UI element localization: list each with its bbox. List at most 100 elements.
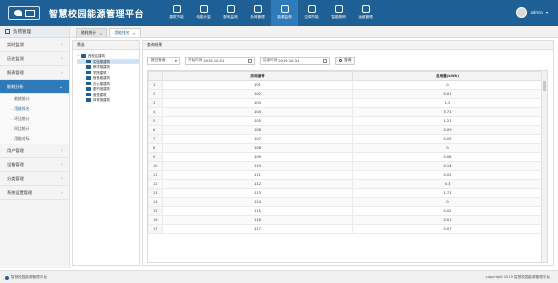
sidebar-item[interactable]: 实时监测 ›: [0, 38, 69, 52]
column-header: 房间编号: [162, 71, 353, 81]
app-title: 智慧校园能源管理平台: [49, 10, 145, 20]
topnav-item[interactable]: 空调节能: [298, 0, 325, 26]
sidebar-item[interactable]: 分类管理 ›: [0, 172, 69, 186]
usage-cell: 0: [352, 80, 543, 90]
result-panel: 查询结果 按日查询 ▼ 开始时间 2019-10-01 结束时间 2019-10…: [142, 40, 554, 266]
topnav-item[interactable]: 能源监测: [271, 0, 298, 26]
end-date-field[interactable]: 结束时间 2019-10-31: [260, 56, 330, 65]
sidebar-item[interactable]: 报表管理 ›: [0, 66, 69, 80]
topnav-item[interactable]: 智能照明: [325, 0, 352, 26]
room-number-cell: 108: [162, 143, 353, 153]
table-row[interactable]: 9 109 0.08: [148, 152, 543, 162]
row-index: 8: [148, 143, 163, 153]
room-number-cell: 103: [162, 98, 353, 108]
folder-icon: [86, 65, 91, 69]
tab[interactable]: 能耗统计 ×: [76, 28, 108, 37]
sidebar-subitem[interactable]: 同比统计: [0, 124, 69, 134]
room-number-cell: 112: [162, 179, 353, 189]
result-panel-header: 查询结果: [143, 41, 553, 50]
tree-node[interactable]: 体育馆建筑: [77, 97, 139, 103]
topnav-item[interactable]: 建筑节能: [163, 0, 190, 26]
room-number-cell: 109: [162, 152, 353, 162]
sidebar-subitem[interactable]: 环比统计: [0, 114, 69, 124]
usage-cell: 0.07: [352, 224, 543, 234]
table-row[interactable]: 13 113 1.71: [148, 188, 543, 198]
end-date-label: 结束时间: [263, 58, 278, 62]
table-row[interactable]: 2 102 0.01: [148, 89, 543, 99]
folder-icon: [86, 81, 91, 85]
row-index: 1: [148, 80, 163, 90]
tree-node-label: 实验楼建筑: [93, 59, 110, 64]
sidebar-item[interactable]: 设备管理 ›: [0, 158, 69, 172]
topnav-item[interactable]: 运维管理: [352, 0, 379, 26]
row-index: 3: [148, 98, 163, 108]
chevron-down-icon[interactable]: ▾: [546, 10, 548, 15]
sidebar-item[interactable]: 系统设置管理 ›: [0, 186, 69, 200]
table-row[interactable]: 7 107 0.05: [148, 134, 543, 144]
topnav-label: 运维管理: [358, 15, 373, 19]
user-menu[interactable]: admin ▾: [516, 7, 548, 18]
search-icon: [338, 58, 343, 63]
building-tree: − 西校区建筑 实验楼建筑 教学楼建筑 学院建筑 宿舍楼建筑 办公楼建筑 图书馆建筑 食堂建筑体…: [73, 50, 139, 103]
topnav-item[interactable]: 负荷管理: [244, 0, 271, 26]
chevron-down-icon: ▼: [174, 58, 177, 63]
query-type-select[interactable]: 按日查询 ▼: [147, 56, 180, 65]
table-row[interactable]: 10 110 0.14: [148, 161, 543, 171]
calendar-icon[interactable]: [248, 58, 252, 63]
usage-cell: 4.3: [352, 179, 543, 189]
table-row[interactable]: 8 108 0: [148, 143, 543, 153]
topnav-label: 电能计量: [196, 15, 211, 19]
usage-cell: 0.01: [352, 215, 543, 225]
top-navigation: 建筑节能 电能计量 配电监测 负荷管理 能源监测 空调节能 智能照明 运维管理: [163, 0, 379, 26]
table-row[interactable]: 17 117 0.07: [148, 224, 543, 234]
usage-cell: 0.02: [352, 170, 543, 180]
scrollbar-thumb[interactable]: [543, 81, 546, 91]
sidebar-item[interactable]: 历史监测 ›: [0, 52, 69, 66]
query-button[interactable]: 查询: [335, 56, 355, 65]
username[interactable]: admin: [530, 10, 543, 15]
top-header: 智慧校园能源管理平台 建筑节能 电能计量 配电监测 负荷管理 能源监测 空调节能 智能照明 运…: [0, 0, 558, 26]
calendar-icon[interactable]: [323, 58, 327, 63]
footer-left-text: 智慧校园能源管理平台: [11, 275, 47, 279]
result-table: 房间编号 总用量(kWh) 1 101 0 2 102 0.01 3 103 1.2 4 104 5.7…: [148, 71, 543, 234]
table-row[interactable]: 14 114 0: [148, 197, 543, 207]
sidebar-subitem[interactable]: 用能对标: [0, 134, 69, 144]
sidebar-subitem[interactable]: 用能排名: [0, 104, 69, 114]
usage-cell: 0.01: [352, 89, 543, 99]
table-row[interactable]: 5 105 1.21: [148, 116, 543, 126]
table-row[interactable]: 11 111 0.02: [148, 170, 543, 180]
room-number-cell: 105: [162, 116, 353, 126]
start-date-field[interactable]: 开始时间 2019-10-01: [185, 56, 255, 65]
topnav-label: 建筑节能: [169, 15, 184, 19]
table-row[interactable]: 15 115 0.02: [148, 206, 543, 216]
table-row[interactable]: 12 112 4.3: [148, 179, 543, 189]
room-number-cell: 116: [162, 215, 353, 225]
sidebar-subitem[interactable]: 能耗统计: [0, 94, 69, 104]
room-number-cell: 107: [162, 134, 353, 144]
sidebar-item-label: 报表管理: [7, 69, 24, 75]
close-icon[interactable]: ×: [99, 31, 102, 36]
folder-icon: [81, 54, 86, 58]
table-row[interactable]: 1 101 0: [148, 80, 543, 90]
row-index: 15: [148, 206, 163, 216]
sidebar-item-label: 能耗分析: [7, 83, 24, 89]
tab[interactable]: 用能排名 ×: [109, 28, 141, 37]
logo: [8, 6, 40, 20]
table-row[interactable]: 16 116 0.01: [148, 215, 543, 225]
nav-module-icon: [226, 5, 235, 13]
table-scrollbar[interactable]: [541, 71, 547, 262]
table-body: 1 101 0 2 102 0.01 3 103 1.2 4 104 5.71 5 105 1.21 6 106…: [148, 80, 543, 234]
sidebar-item[interactable]: 用户管理 ›: [0, 144, 69, 158]
row-index: 10: [148, 161, 163, 171]
table-row[interactable]: 3 103 1.2: [148, 98, 543, 108]
avatar[interactable]: [516, 7, 528, 18]
topnav-item[interactable]: 电能计量: [190, 0, 217, 26]
table-row[interactable]: 4 104 5.71: [148, 107, 543, 117]
topnav-item[interactable]: 配电监测: [217, 0, 244, 26]
sidebar-item[interactable]: 能耗分析 ⌄: [0, 80, 69, 94]
chevron-right-icon: ›: [61, 41, 63, 48]
close-icon[interactable]: ×: [133, 31, 136, 36]
usage-cell: 1.21: [352, 116, 543, 126]
folder-icon: [86, 59, 91, 63]
table-row[interactable]: 6 106 0.09: [148, 125, 543, 135]
